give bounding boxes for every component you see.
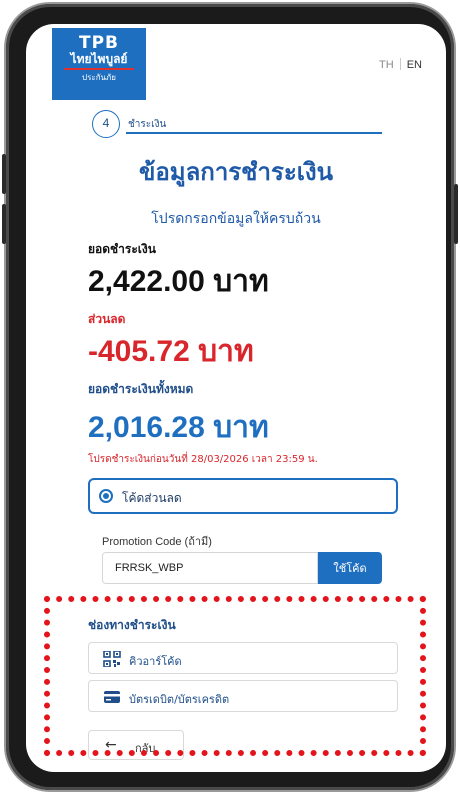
grand-total-label: ยอดชำระเงินทั้งหมด — [88, 382, 194, 396]
page-subtitle: โปรดกรอกข้อมูลให้ครบถ้วน — [151, 211, 321, 227]
language-switch: TH EN — [379, 58, 422, 71]
payment-option-card-label: บัตรเดบิต/บัตรเครดิต — [129, 693, 230, 706]
payment-channel-title: ช่องทางชำระเงิน — [88, 618, 176, 632]
lang-th-link[interactable]: TH — [379, 59, 394, 71]
apply-code-button[interactable]: ใช้โค้ด — [318, 552, 382, 584]
step-line — [126, 132, 382, 134]
radio-selected-icon[interactable] — [99, 489, 113, 503]
brand-logo[interactable]: TPB ไทยไพบูลย์ ประกันภัย — [52, 28, 146, 100]
due-date-note: โปรดชำระเงินก่อนวันที่ 28/03/2026 เวลา 2… — [88, 454, 318, 465]
phone-frame: TPB ไทยไพบูลย์ ประกันภัย TH EN 4 ชำระเงิน… — [2, 4, 458, 790]
step-number: 4 — [92, 110, 120, 138]
phone-side-button — [2, 154, 6, 194]
page-title: ข้อมูลการชำระเงิน — [138, 158, 334, 186]
phone-side-button — [2, 204, 6, 244]
promo-code-input[interactable] — [102, 552, 318, 584]
total-amount-value: 2,422.00 บาท — [88, 265, 269, 298]
back-button[interactable]: ← กลับ — [88, 730, 184, 760]
discount-label: ส่วนลด — [88, 312, 126, 326]
payment-option-qr-label: คิวอาร์โค้ด — [129, 655, 182, 668]
lang-en-link[interactable]: EN — [407, 59, 422, 71]
back-button-label: กลับ — [135, 742, 156, 755]
promo-code-label: Promotion Code (ถ้ามี) — [102, 536, 212, 548]
logo-subtitle: ประกันภัย — [82, 73, 116, 82]
payment-option-qr[interactable]: คิวอาร์โค้ด — [88, 642, 398, 674]
phone-screen: TPB ไทยไพบูลย์ ประกันภัย TH EN 4 ชำระเงิน… — [26, 24, 446, 772]
logo-name: ไทยไพบูลย์ — [70, 52, 128, 66]
phone-power-button — [454, 184, 458, 244]
qr-code-icon — [103, 651, 121, 667]
payment-option-card[interactable]: บัตรเดบิต/บัตรเครดิต — [88, 680, 398, 712]
logo-underline — [64, 68, 134, 70]
discount-code-option[interactable]: โค้ดส่วนลด — [88, 478, 398, 514]
step-indicator: 4 ชำระเงิน — [92, 110, 382, 138]
discount-value: -405.72 บาท — [88, 335, 254, 368]
app-header: TPB ไทยไพบูลย์ ประกันภัย TH EN — [26, 24, 446, 100]
discount-code-option-label: โค้ดส่วนลด — [122, 491, 182, 505]
lang-divider — [399, 58, 401, 70]
arrow-left-icon: ← — [105, 737, 117, 753]
grand-total-value: 2,016.28 บาท — [88, 411, 269, 444]
logo-title: TPB — [78, 33, 119, 53]
credit-card-icon — [104, 691, 120, 703]
total-amount-label: ยอดชำระเงิน — [88, 242, 156, 256]
step-label: ชำระเงิน — [128, 119, 167, 130]
